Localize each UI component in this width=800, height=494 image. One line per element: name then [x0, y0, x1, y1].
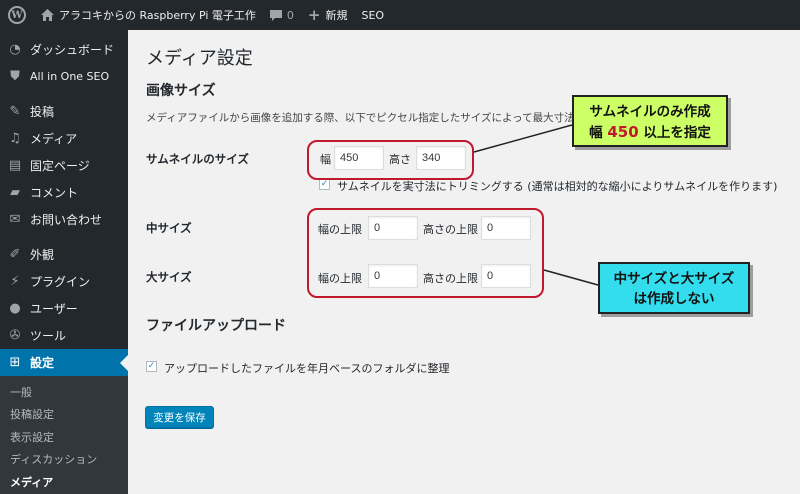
note1-rest: 以上を指定: [643, 125, 711, 141]
note1-line2: 幅 450 以上を指定: [574, 122, 726, 143]
note2-line1: 中サイズと大サイズ: [613, 271, 735, 287]
connector-line-2: [543, 269, 599, 286]
note1-width-word: 幅: [589, 125, 603, 141]
note1-line1: サムネイルのみ作成: [589, 104, 711, 120]
connector-line-1: [473, 124, 573, 153]
annotation-connectors: [473, 124, 599, 286]
note-no-medium-large: 中サイズと大サイズ は作成しない: [598, 262, 750, 314]
note1-width-value: 450: [607, 123, 639, 141]
note2-line2: は作成しない: [633, 291, 715, 307]
note-thumbnail-only: サムネイルのみ作成 幅 450 以上を指定: [572, 95, 728, 147]
